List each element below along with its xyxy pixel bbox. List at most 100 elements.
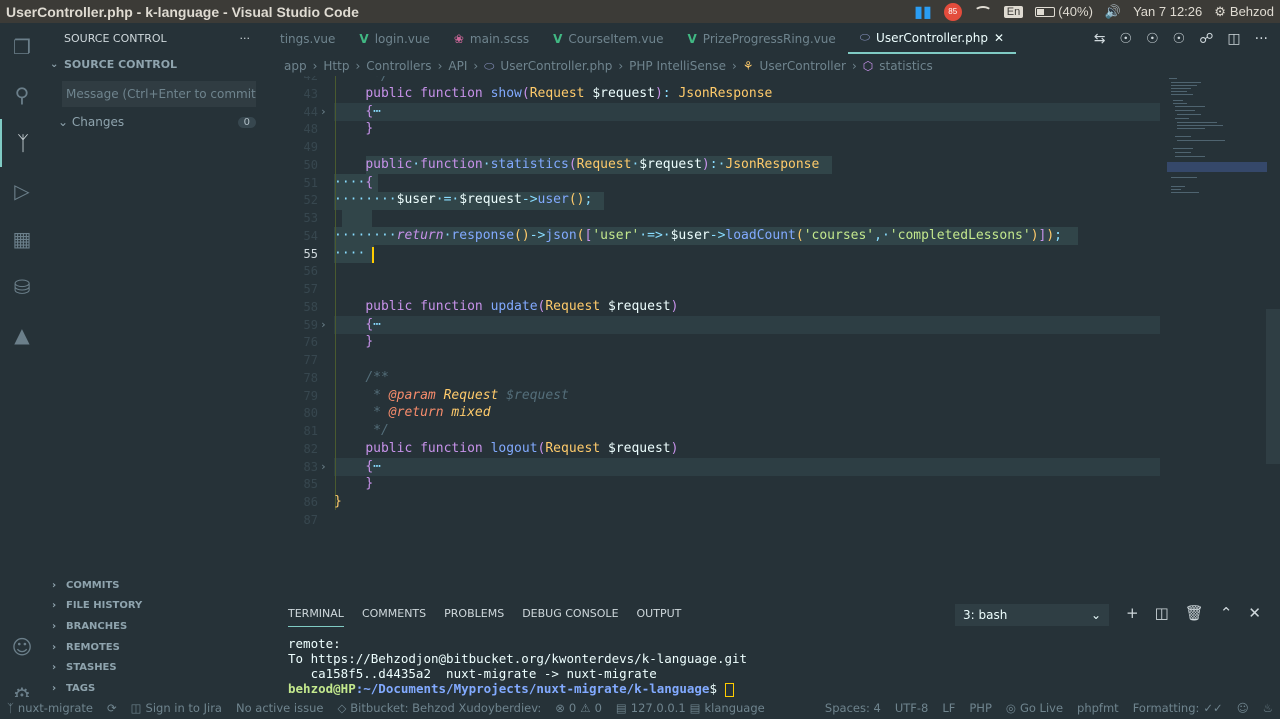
extensions-icon[interactable]: ▦	[0, 215, 44, 263]
user-menu[interactable]: ⚙ Behzod	[1214, 4, 1274, 20]
next-revision-icon[interactable]: ☉	[1173, 31, 1186, 47]
user-name: Behzod	[1229, 4, 1274, 19]
bell-icon[interactable]: ♨	[1256, 701, 1280, 715]
error-count: 0	[568, 701, 577, 715]
close-icon[interactable]: ✕	[994, 31, 1004, 45]
breadcrumb-item[interactable]: statistics	[879, 59, 933, 73]
section-label: REMOTES	[66, 641, 120, 653]
maximize-panel-icon[interactable]: ⌃	[1220, 604, 1233, 622]
tab-problems[interactable]: PROBLEMS	[444, 607, 504, 620]
terminal-select-value: 3: bash	[963, 608, 1008, 622]
breadcrumb-item[interactable]: UserController	[760, 59, 846, 73]
tab-settings-vue[interactable]: tings.vue	[268, 23, 347, 54]
breadcrumb-item[interactable]: app	[284, 59, 307, 73]
more-actions-icon[interactable]: ···	[240, 32, 251, 45]
split-terminal-icon[interactable]: ◫	[1155, 604, 1169, 622]
battery-icon	[1035, 6, 1056, 17]
section-stashes[interactable]: › STASHES	[44, 657, 268, 678]
keyboard-layout-badge[interactable]: En	[1003, 5, 1024, 18]
tab-courseitem-vue[interactable]: V CourseItem.vue	[541, 23, 675, 54]
problems-status[interactable]: ⊗ 0 ⚠ 0	[548, 701, 609, 715]
chart-icon[interactable]: ▮▮	[914, 2, 932, 22]
formatting-status[interactable]: Formatting: ✓✓	[1126, 701, 1230, 715]
tab-usercontroller-php[interactable]: ⬭ UserController.php ✕	[847, 23, 1017, 54]
fold-chevron-icon[interactable]: ›	[320, 318, 327, 331]
account-icon[interactable]: ☺	[0, 623, 44, 671]
split-editor-icon[interactable]: ◫	[1227, 31, 1240, 47]
previous-revision-icon[interactable]: ☉	[1146, 31, 1159, 47]
chevron-down-icon: ⌄	[50, 58, 59, 70]
tab-comments[interactable]: COMMENTS	[362, 607, 426, 620]
deploy-icon[interactable]: ▲	[0, 311, 44, 359]
database-icon[interactable]: ⛁	[0, 263, 44, 311]
go-live-button[interactable]: ◎ Go Live	[999, 701, 1070, 715]
debug-icon[interactable]: ▷	[0, 167, 44, 215]
add-terminal-icon[interactable]: +	[1126, 604, 1139, 622]
clock[interactable]: Yan 7 12:26	[1133, 4, 1202, 19]
tab-label: PrizeProgressRing.vue	[702, 31, 836, 46]
branch-status[interactable]: ᛉ nuxt-migrate	[0, 701, 100, 715]
host-status[interactable]: ▤ 127.0.0.1 ▤ klanguage	[609, 701, 772, 715]
code-line: public function show(Request $request): …	[365, 86, 773, 101]
status-right: Spaces: 4 UTF-8 LF PHP ◎ Go Live phpfmt F…	[818, 701, 1280, 715]
terminal-select[interactable]: 3: bash ⌄	[955, 604, 1109, 626]
notification-icon[interactable]: 85	[943, 2, 962, 21]
volume-icon[interactable]: 🔊	[1105, 4, 1121, 20]
section-source-control[interactable]: ⌄ SOURCE CONTROL	[44, 53, 268, 75]
code-line: ········$user·=·$request->user();	[334, 192, 593, 207]
terminal-line: ca158f5..d4435a2 nuxt-migrate -> nuxt-mi…	[288, 666, 657, 681]
language-mode[interactable]: PHP	[962, 701, 999, 715]
terminal-prompt[interactable]: behzod@HP:~/Documents/Myprojects/nuxt-mi…	[288, 681, 734, 697]
tab-main-scss[interactable]: ❀ main.scss	[442, 23, 541, 54]
commit-message-input[interactable]: Message (Ctrl+Enter to commit ...	[62, 81, 256, 107]
tab-prizeprogressring-vue[interactable]: V PrizeProgressRing.vue	[676, 23, 848, 54]
wifi-icon[interactable]	[973, 5, 992, 18]
vue-icon: V	[553, 31, 563, 46]
jira-status[interactable]: ◫ Sign in to Jira	[124, 701, 229, 715]
section-remotes[interactable]: › REMOTES	[44, 637, 268, 658]
changes-group[interactable]: ⌄ Changes 0	[44, 111, 268, 133]
breadcrumb-item[interactable]: Controllers	[366, 59, 431, 73]
tab-debug-console[interactable]: DEBUG CONSOLE	[522, 607, 618, 620]
section-tags[interactable]: › TAGS	[44, 678, 268, 699]
breadcrumb-item[interactable]: PHP IntelliSense	[629, 59, 726, 73]
search-icon[interactable]: ⚲	[0, 71, 44, 119]
vertical-scrollbar[interactable]	[1266, 309, 1280, 464]
section-branches[interactable]: › BRANCHES	[44, 616, 268, 637]
gitlens-sections: › COMMITS › FILE HISTORY › BRANCHES › REMOTE…	[44, 575, 268, 699]
explorer-icon[interactable]: ❐	[0, 23, 44, 71]
bitbucket-status[interactable]: ◇ Bitbucket: Behzod Xudoyberdiev:	[330, 701, 548, 715]
fold-chevron-icon[interactable]: ›	[320, 460, 327, 473]
check-icon: ✓✓	[1203, 701, 1223, 715]
section-file-history[interactable]: › FILE HISTORY	[44, 596, 268, 617]
open-changes-icon[interactable]: ☍	[1199, 31, 1213, 47]
minimap[interactable]	[1167, 76, 1267, 206]
sync-icon[interactable]: ⟳	[100, 701, 124, 715]
fold-chevron-icon[interactable]: ›	[320, 105, 327, 118]
chevron-right-icon: ›	[618, 59, 624, 73]
chevron-down-icon: ⌄	[58, 115, 69, 129]
encoding-status[interactable]: UTF-8	[888, 701, 936, 715]
compare-changes-icon[interactable]: ⇆	[1094, 31, 1106, 47]
tab-output[interactable]: OUTPUT	[637, 607, 682, 620]
close-panel-icon[interactable]: ✕	[1248, 604, 1261, 622]
breadcrumb-item[interactable]: UserController.php	[500, 59, 612, 73]
code-editor[interactable]: 42 43 44 48 49 50 51 52 53 54 55 56 57 5…	[268, 76, 1280, 596]
git-commit-icon[interactable]: ☉	[1120, 31, 1133, 47]
battery-indicator[interactable]: (40%)	[1035, 4, 1093, 19]
tab-login-vue[interactable]: Vlogin.vue	[347, 23, 441, 54]
feedback-icon[interactable]: ☺	[1230, 701, 1256, 715]
folded-region	[334, 103, 1160, 121]
trash-icon[interactable]: 🗑	[1185, 604, 1204, 622]
source-control-icon[interactable]: ᛉ	[0, 119, 44, 167]
breadcrumb-item[interactable]: Http	[323, 59, 349, 73]
section-commits[interactable]: › COMMITS	[44, 575, 268, 596]
breadcrumb-item[interactable]: API	[448, 59, 467, 73]
eol-status[interactable]: LF	[935, 701, 962, 715]
tab-terminal[interactable]: TERMINAL	[288, 599, 344, 627]
formatter-status[interactable]: phpfmt	[1070, 701, 1126, 715]
line-number: 79	[303, 389, 318, 403]
indentation-status[interactable]: Spaces: 4	[818, 701, 888, 715]
more-actions-icon[interactable]: ···	[1255, 31, 1268, 47]
issue-status[interactable]: No active issue	[229, 701, 330, 715]
